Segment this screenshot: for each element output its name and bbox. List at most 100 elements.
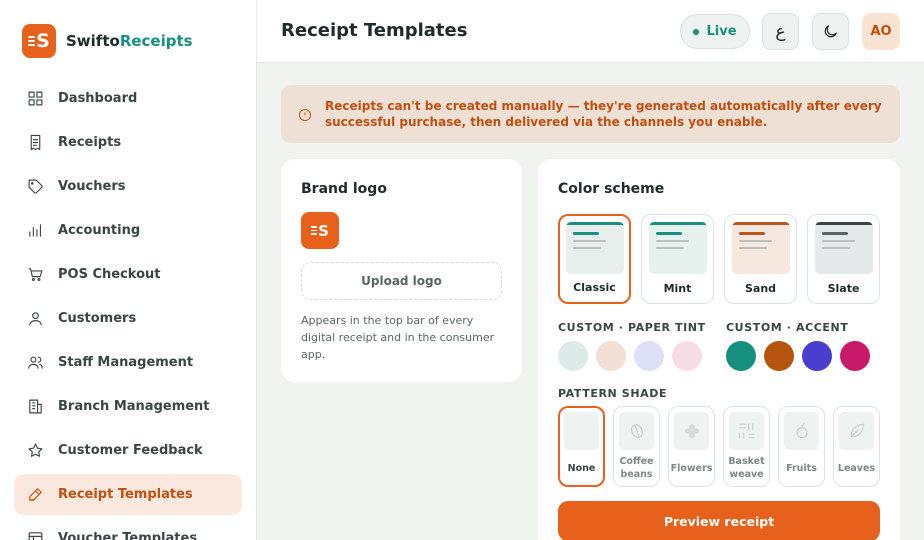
scheme-label: Sand — [744, 282, 777, 295]
users-icon — [26, 354, 44, 372]
sidebar-item-customer-feedback[interactable]: Customer Feedback — [14, 430, 242, 471]
sidebar-item-label: Vouchers — [58, 179, 126, 194]
paper-tint-swatch[interactable] — [634, 341, 664, 371]
accent-label: CUSTOM · ACCENT — [726, 321, 849, 334]
pattern-thumbnail — [839, 412, 874, 450]
scheme-option-slate[interactable]: Slate — [807, 214, 880, 304]
brand-logo-help: Appears in the top bar of every digital … — [301, 314, 495, 361]
pattern-thumbnail — [619, 412, 654, 450]
pattern-option-leaves[interactable]: Leaves — [833, 406, 880, 487]
cart-icon — [26, 266, 44, 284]
pattern-option-fruits[interactable]: Fruits — [778, 406, 825, 487]
color-scheme-card: Color scheme Classic Mint Sand Slate CUS… — [538, 159, 900, 540]
sidebar-item-label: Receipts — [58, 135, 122, 150]
theme-toggle-button[interactable] — [812, 13, 849, 50]
template-icon — [26, 530, 44, 540]
paper-tint-swatch[interactable] — [596, 341, 626, 371]
sidebar-item-branch-management[interactable]: Branch Management — [14, 386, 242, 427]
scheme-option-classic[interactable]: Classic — [558, 214, 631, 304]
pattern-thumbnail — [729, 412, 764, 450]
user-avatar[interactable]: AO — [862, 13, 900, 50]
coffee-bean-icon — [630, 424, 643, 438]
accent-swatch[interactable] — [726, 341, 756, 371]
accent-swatch[interactable] — [764, 341, 794, 371]
sidebar-item-customers[interactable]: Customers — [14, 298, 242, 339]
paper-tint-swatch[interactable] — [558, 341, 588, 371]
live-status-badge[interactable]: Live — [680, 14, 750, 49]
pattern-thumbnail — [674, 412, 709, 450]
sidebar-item-label: Dashboard — [58, 91, 138, 106]
brand-logo-icon: S — [22, 24, 56, 58]
brand-name: SwiftoReceipts — [66, 32, 193, 50]
basket-weave-icon — [738, 423, 754, 439]
paper-tint-swatches — [558, 341, 702, 371]
pattern-option-flowers[interactable]: Flowers — [668, 406, 715, 487]
sidebar-item-label: Customers — [58, 311, 137, 326]
pattern-option-basket-weave[interactable]: Basket weave — [723, 406, 770, 487]
language-glyph: ع — [775, 21, 786, 42]
receipt-icon — [26, 134, 44, 152]
tag-icon — [26, 178, 44, 196]
upload-logo-button[interactable]: Upload logo — [301, 262, 502, 300]
page-title: Receipt Templates — [281, 20, 468, 41]
accent-swatch[interactable] — [802, 341, 832, 371]
scheme-option-sand[interactable]: Sand — [724, 214, 797, 304]
pattern-label: Coffee beans — [619, 456, 654, 480]
pattern-thumbnail — [564, 412, 599, 450]
sidebar-item-dashboard[interactable]: Dashboard — [14, 78, 242, 119]
pattern-option-none[interactable]: None — [558, 406, 605, 487]
pattern-label: None — [567, 463, 596, 474]
sidebar-item-label: Staff Management — [58, 355, 194, 370]
info-notice: Receipts can't be created manually — the… — [281, 85, 900, 143]
user-icon — [26, 310, 44, 328]
scheme-label: Mint — [663, 282, 692, 295]
scheme-label: Classic — [573, 281, 616, 294]
accent-swatch[interactable] — [840, 341, 870, 371]
scheme-thumbnail — [649, 222, 707, 274]
fruit-icon — [795, 422, 808, 439]
sidebar-nav: Dashboard Receipts Vouchers Accounting P… — [14, 78, 242, 540]
sidebar-item-voucher-templates[interactable]: Voucher Templates — [14, 518, 242, 540]
sidebar-item-receipt-templates[interactable]: Receipt Templates — [14, 474, 242, 515]
paper-tint-label: CUSTOM · PAPER TINT — [558, 321, 706, 334]
sidebar-item-label: Customer Feedback — [58, 443, 203, 458]
brand-logo-preview: S — [301, 212, 339, 249]
flower-icon — [684, 423, 699, 439]
scheme-label: Slate — [827, 282, 860, 295]
sidebar-item-label: POS Checkout — [58, 267, 161, 282]
scheme-thumbnail — [732, 222, 790, 274]
sidebar-item-label: Branch Management — [58, 399, 210, 414]
color-scheme-title: Color scheme — [558, 181, 665, 197]
sidebar: S SwiftoReceipts Dashboard Receipts Vouc… — [0, 0, 257, 540]
preview-receipt-button[interactable]: Preview receipt — [558, 501, 880, 540]
live-dot-icon — [693, 28, 700, 35]
sidebar-item-vouchers[interactable]: Vouchers — [14, 166, 242, 207]
pattern-label: Basket weave — [728, 456, 765, 480]
pattern-shade-label: PATTERN SHADE — [558, 387, 668, 400]
building-icon — [26, 398, 44, 416]
sidebar-item-label: Receipt Templates — [58, 487, 193, 502]
sidebar-item-receipts[interactable]: Receipts — [14, 122, 242, 163]
sidebar-item-accounting[interactable]: Accounting — [14, 210, 242, 251]
accent-swatches — [726, 341, 870, 371]
scheme-option-mint[interactable]: Mint — [641, 214, 714, 304]
brand[interactable]: S SwiftoReceipts — [22, 24, 193, 58]
bar-chart-icon — [26, 222, 44, 240]
pen-icon — [26, 486, 44, 504]
language-button[interactable]: ع — [762, 13, 799, 50]
pattern-options: None Coffee beans Flowers Basket weave F… — [558, 406, 880, 487]
notice-text: Receipts can't be created manually — the… — [325, 99, 882, 129]
sidebar-item-label: Voucher Templates — [58, 531, 198, 540]
paper-tint-swatch[interactable] — [672, 341, 702, 371]
top-bar: Receipt Templates Live ع AO — [257, 0, 924, 63]
sidebar-item-staff-management[interactable]: Staff Management — [14, 342, 242, 383]
star-icon — [26, 442, 44, 460]
live-label: Live — [706, 24, 737, 39]
pattern-option-coffee-beans[interactable]: Coffee beans — [613, 406, 660, 487]
alert-circle-icon — [298, 107, 312, 122]
sidebar-item-pos-checkout[interactable]: POS Checkout — [14, 254, 242, 295]
scheme-thumbnail — [815, 222, 873, 274]
brand-logo-card: Brand logo S Upload logo Appears in the … — [281, 159, 522, 382]
sidebar-item-label: Accounting — [58, 223, 141, 238]
brand-logo-title: Brand logo — [301, 181, 387, 197]
